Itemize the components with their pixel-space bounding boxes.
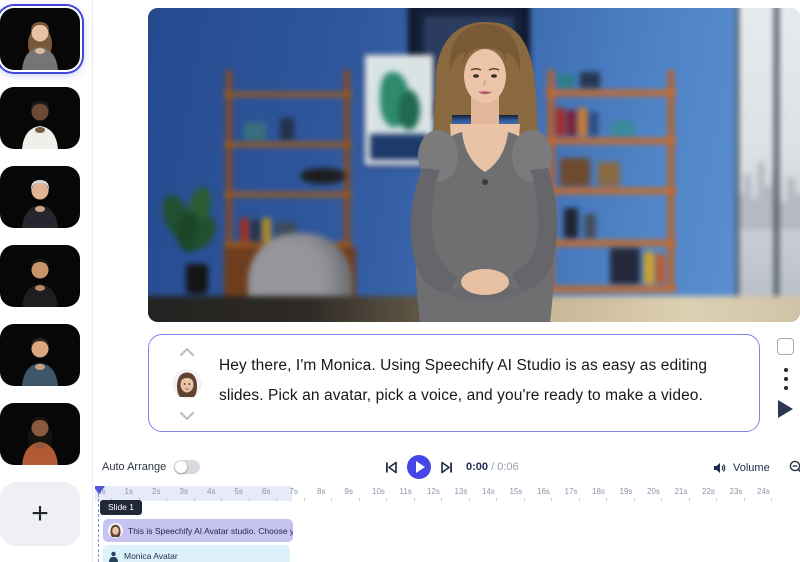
ruler-label: 21s	[674, 487, 688, 496]
ruler-tick	[633, 498, 635, 501]
ruler-tick	[248, 498, 250, 501]
ruler-tick	[716, 498, 717, 501]
ruler-label: 22s	[702, 487, 715, 496]
avatar-sidebar: +	[0, 0, 93, 562]
time-display: 0:00 / 0:06	[466, 461, 519, 473]
playhead-line	[98, 494, 99, 562]
ruler-tick	[441, 498, 442, 501]
avatar-thumbnail-monica[interactable]	[0, 8, 80, 70]
ruler-label: 13s	[454, 487, 468, 496]
timeline-ruler[interactable]: 0s 1s 2s 3s 4s 5s 6s 7s 8s 9s 10s 11s 12s 13s 14s 15s 16…	[95, 486, 800, 501]
city-skyline	[739, 162, 800, 230]
track-script-block[interactable]: This is Speechify AI Avatar studio. Choo…	[103, 519, 293, 542]
ruler-label: 9s	[344, 487, 353, 496]
ruler-tick	[193, 498, 195, 501]
ruler-label: 3s	[179, 487, 188, 496]
play-script-icon[interactable]	[778, 400, 793, 418]
track-avatar-face	[108, 523, 123, 538]
ruler-tick	[496, 498, 497, 501]
chevron-up-icon[interactable]	[179, 347, 195, 356]
auto-arrange-toggle[interactable]	[174, 460, 201, 474]
timeline[interactable]: 0s 1s 2s 3s 4s 5s 6s 7s 8s 9s 10s 11s 12s 13s 14s 15s 16…	[95, 486, 800, 562]
slide-badge[interactable]: Slide 1	[100, 500, 142, 515]
ruler-tick	[413, 498, 415, 501]
ruler-label: 2s	[152, 487, 161, 496]
playhead-marker[interactable]	[95, 486, 105, 494]
plus-icon: +	[31, 497, 49, 530]
ruler-tick	[661, 498, 662, 501]
ruler-tick	[743, 498, 745, 501]
ruler-tick	[303, 498, 305, 501]
ruler-label: 24s	[757, 487, 770, 496]
chevron-down-icon[interactable]	[179, 412, 195, 421]
ruler-tick	[688, 498, 690, 501]
ruler-tick	[166, 498, 167, 501]
ruler-tick	[551, 498, 552, 501]
ruler-label: 23s	[729, 487, 743, 496]
ruler-label: 19s	[619, 487, 633, 496]
ruler-tick	[578, 498, 580, 501]
skip-back-icon[interactable]	[385, 461, 398, 474]
avatar-thumbnail-avatar-5[interactable]	[0, 324, 80, 386]
auto-arrange-label: Auto Arrange	[102, 461, 167, 473]
ruler-tick	[358, 498, 360, 501]
script-box[interactable]: Hey there, I'm Monica. Using Speechify A…	[148, 334, 760, 432]
track-avatar-text: Monica Avatar	[124, 551, 178, 561]
ruler-label: 1s	[124, 487, 133, 496]
ruler-tick	[276, 498, 277, 501]
ruler-label: 10s	[372, 487, 385, 496]
ruler-label: 4s	[207, 487, 216, 496]
avatar-thumbnail-avatar-6[interactable]	[0, 403, 80, 465]
ruler-label: 6s	[262, 487, 271, 496]
window	[736, 8, 800, 322]
skip-forward-icon[interactable]	[440, 461, 453, 474]
monica-avatar-figure	[410, 22, 558, 322]
ruler-label: 7s	[289, 487, 298, 496]
track-avatar-block[interactable]: Monica Avatar	[103, 545, 290, 562]
script-side-controls	[775, 338, 800, 428]
kebab-menu-icon[interactable]	[783, 368, 788, 394]
ruler-tick	[771, 498, 772, 501]
monica-face-avatar	[172, 369, 202, 399]
ruler-tick	[221, 498, 222, 501]
zoom-out-icon[interactable]	[789, 460, 800, 475]
plant	[157, 184, 222, 296]
volume-label[interactable]: Volume	[733, 462, 770, 474]
volume-icon[interactable]	[713, 462, 726, 474]
add-avatar-button[interactable]: +	[0, 482, 80, 546]
script-text[interactable]: Hey there, I'm Monica. Using Speechify A…	[219, 351, 729, 411]
ruler-label: 12s	[427, 487, 440, 496]
ruler-tick	[331, 498, 332, 501]
select-checkbox[interactable]	[777, 338, 794, 355]
ruler-label: 14s	[482, 487, 495, 496]
ruler-label: 16s	[537, 487, 550, 496]
avatar-thumbnail-avatar-3[interactable]	[0, 166, 80, 228]
person-icon	[109, 551, 118, 562]
ruler-tick	[606, 498, 607, 501]
avatar-thumbnail-avatar-4[interactable]	[0, 245, 80, 307]
ruler-label: 8s	[317, 487, 326, 496]
track-script-text: This is Speechify AI Avatar studio. Choo…	[128, 525, 293, 536]
ruler-label: 20s	[647, 487, 660, 496]
ruler-tick	[468, 498, 470, 501]
avatar-thumbnail-avatar-2[interactable]	[0, 87, 80, 149]
video-preview[interactable]	[148, 8, 800, 322]
ruler-label: 18s	[592, 487, 605, 496]
ruler-label: 5s	[234, 487, 243, 496]
ruler-label: 11s	[399, 487, 412, 496]
playback-control-bar: Auto Arrange 0:00 / 0:06 Volume	[95, 452, 800, 484]
ruler-tick	[523, 498, 525, 501]
play-button[interactable]	[407, 455, 431, 479]
avatar-list	[0, 0, 93, 465]
ruler-label: 17s	[564, 487, 578, 496]
sidebar-divider	[92, 0, 93, 562]
ruler-tick	[386, 498, 387, 501]
ruler-label: 15s	[509, 487, 523, 496]
